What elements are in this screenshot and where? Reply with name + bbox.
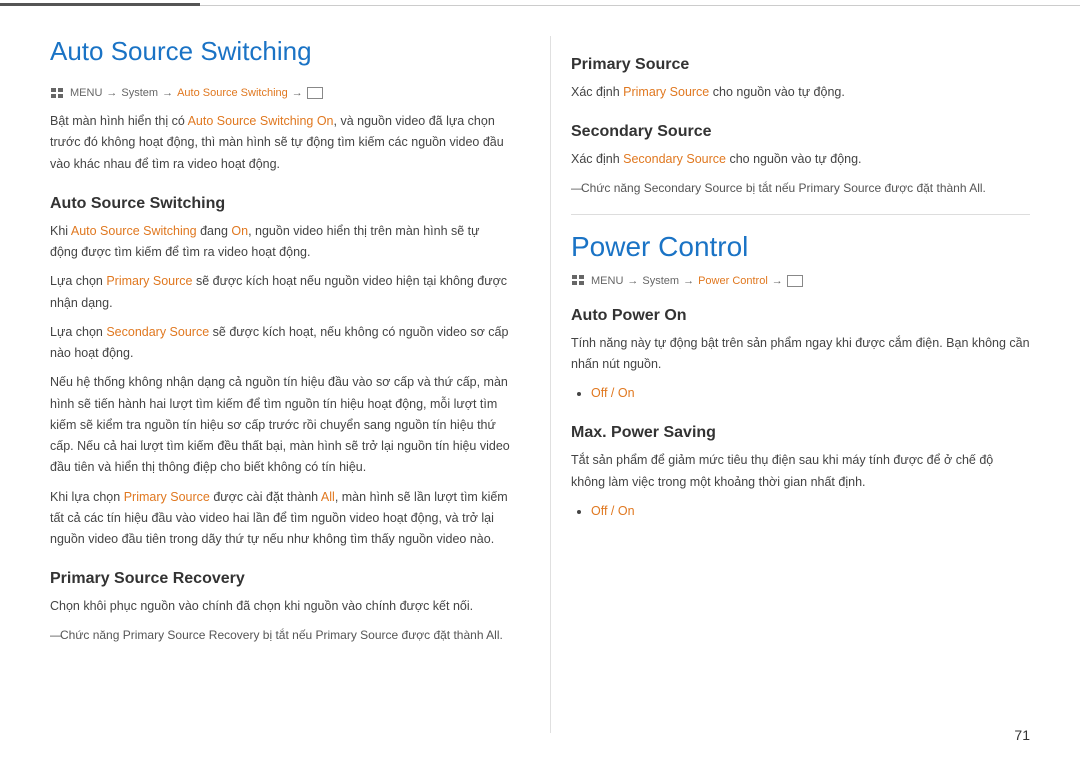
section-auto-source-title: Auto Source Switching [50,195,510,213]
inline-all2: All [486,628,499,642]
grid-icon-2 [571,275,586,287]
inline-psr: Primary Source Recovery [123,628,260,642]
menu-path-left: MENU → System → Auto Source Switching → [50,87,510,99]
menu-item-auto-source: Auto Source Switching [177,87,288,99]
secondary-source-note: Chức năng Secondary Source bị tắt nếu Pr… [571,179,1030,198]
menu-item-menu: MENU [70,87,102,99]
inline-ps-note2: Primary Source [799,181,882,195]
auto-power-on-bullet-text: Off / On [591,386,635,400]
auto-source-para5: Khi lựa chọn Primary Source được cài đặt… [50,487,510,551]
primary-source-title: Primary Source [571,56,1030,74]
max-power-saving-text: Tắt sản phẩm để giảm mức tiêu thụ điện s… [571,450,1030,493]
menu-path-power: MENU → System → Power Control → [571,275,1030,287]
primary-source-recovery-note: Chức năng Primary Source Recovery bị tắt… [50,626,510,645]
page-number: 71 [1014,727,1030,743]
menu-item-power-control: Power Control [698,275,768,287]
menu-item-menu2: MENU [591,275,623,287]
primary-source-text: Xác định Primary Source cho nguồn vào tự… [571,82,1030,103]
secondary-source-title: Secondary Source [571,123,1030,141]
auto-source-para3: Lựa chọn Secondary Source sẽ được kích h… [50,322,510,365]
menu-end-icon-2 [787,275,803,287]
main-title: Auto Source Switching [50,36,510,67]
divider [571,214,1030,215]
inline-all3: All [969,181,982,195]
max-power-saving-bullet: Off / On [591,501,1030,522]
grid-icon [50,87,65,99]
intro-text: Bật màn hình hiển thị có Auto Source Swi… [50,111,510,175]
inline-ps-note: Primary Source [316,628,399,642]
inline-ss-note: Secondary Source [644,181,743,195]
menu-end-icon [307,87,323,99]
inline-primary1: Primary Source [106,274,192,288]
auto-source-para1: Khi Auto Source Switching đang On, nguồn… [50,221,510,264]
max-power-saving-title: Max. Power Saving [571,424,1030,442]
auto-power-on-text: Tính năng này tự động bật trên sản phẩm … [571,333,1030,376]
inline-auto-source: Auto Source Switching [71,224,197,238]
power-control-title: Power Control [571,231,1030,263]
inline-on: On [231,224,248,238]
content-area: Auto Source Switching MENU → System → Au… [0,6,1080,763]
inline-auto-source-switching: Auto Source Switching On [188,114,334,128]
max-power-saving-bullet-text: Off / On [591,504,635,518]
menu-item-system: System [121,87,158,99]
auto-source-para2: Lựa chọn Primary Source sẽ được kích hoạ… [50,271,510,314]
inline-primary-source: Primary Source [623,85,709,99]
secondary-source-text: Xác định Secondary Source cho nguồn vào … [571,149,1030,170]
primary-source-recovery-title: Primary Source Recovery [50,570,510,588]
inline-secondary-source: Secondary Source [623,152,726,166]
inline-all1: All [321,490,335,504]
inline-primary2: Primary Source [124,490,210,504]
auto-source-para4: Nếu hệ thống không nhận dạng cả nguồn tí… [50,372,510,478]
page-container: Auto Source Switching MENU → System → Au… [0,0,1080,763]
max-power-saving-list: Off / On [591,501,1030,522]
menu-item-system2: System [642,275,679,287]
right-column: Primary Source Xác định Primary Source c… [550,36,1030,733]
primary-source-recovery-text: Chọn khôi phục nguồn vào chính đã chọn k… [50,596,510,617]
auto-power-on-bullet: Off / On [591,383,1030,404]
auto-power-on-list: Off / On [591,383,1030,404]
left-column: Auto Source Switching MENU → System → Au… [50,36,510,733]
inline-secondary1: Secondary Source [106,325,209,339]
auto-power-on-title: Auto Power On [571,307,1030,325]
